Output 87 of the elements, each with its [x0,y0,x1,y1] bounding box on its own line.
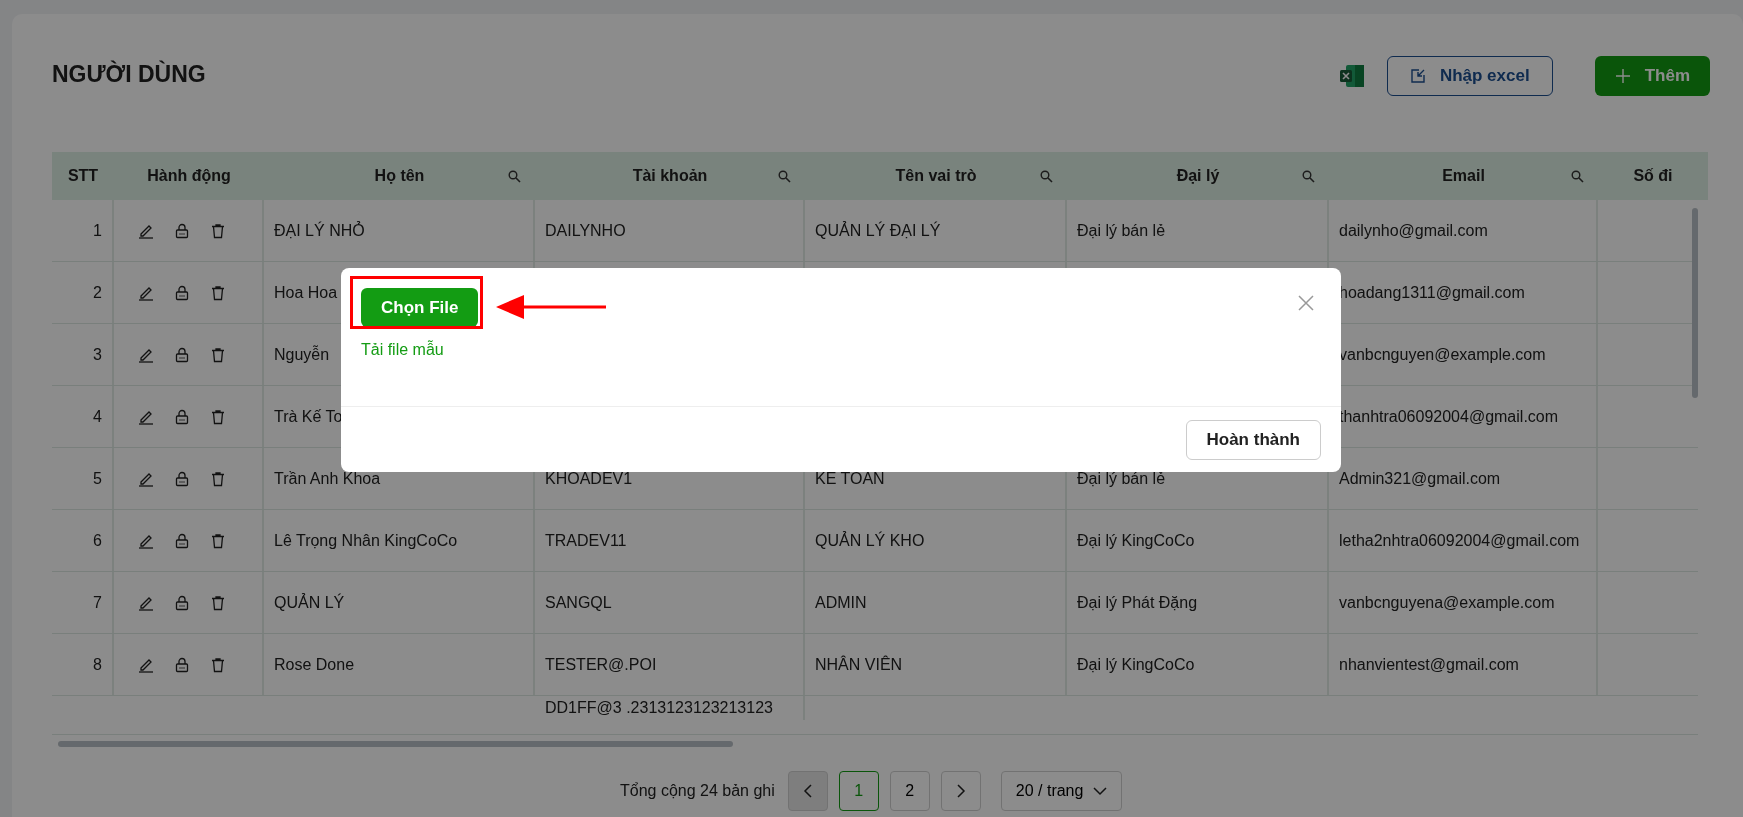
add-button[interactable]: Thêm [1594,56,1710,96]
table-cell-text: Đại lý KingCoCo [1077,654,1195,675]
column-header: Số đi [1633,167,1673,185]
search-icon[interactable] [778,169,791,183]
table-cell-text: 8 [93,654,102,675]
page-button[interactable]: 1 [838,771,879,811]
chevron-down-icon [1093,786,1108,796]
search-icon[interactable] [1040,169,1053,183]
table-cell-text: Hoa Hoa [274,282,338,303]
column-header: Họ tên [374,167,425,185]
download-template-link[interactable]: Tải file mẫu [361,341,444,359]
search-icon[interactable] [1571,169,1584,183]
column-header: Tên vai trò [895,167,977,185]
trash-icon[interactable] [210,284,226,301]
lock-icon[interactable] [174,408,190,425]
table-cell-text: Rose Done [274,654,355,675]
lock-icon[interactable] [174,532,190,549]
table-cell-text: vanbcnguyen@example.com [1339,344,1546,365]
table-cell-text: QUẢN LÝ [274,592,345,613]
import-excel-button[interactable]: Nhập excel [1386,56,1553,96]
lock-icon[interactable] [174,284,190,301]
table-cell-text: 3 [93,344,102,365]
total-records: Tổng cộng 24 bản ghi [620,782,775,800]
table-cell-text: hoadang1311@gmail.com [1339,282,1525,303]
table-cell-text: thanhtra06092004@gmail.com [1339,406,1559,427]
horizontal-scrollbar[interactable] [58,741,733,747]
table-cell-text: QUẢN LÝ ĐẠI LÝ [815,220,941,241]
column-header: STT [67,167,99,185]
table-cell-text: Đại lý bán lẻ [1077,220,1166,241]
vertical-scrollbar[interactable] [1692,208,1698,398]
table-cell-text: DD1FF@3 .2313123123213123 [545,698,773,718]
table-cell-text: 5 [93,468,102,489]
import-icon [1409,68,1426,84]
page-button[interactable]: 2 [889,771,930,811]
trash-icon[interactable] [210,408,226,425]
lock-icon[interactable] [174,470,190,487]
table-cell-text: Nguyễn [274,344,330,365]
table-cell-text: 4 [93,406,102,427]
trash-icon[interactable] [210,656,226,673]
table-cell-text: 1 [93,220,102,241]
lock-icon[interactable] [174,346,190,363]
table-cell-text: ĐẠI LÝ NHỎ [274,220,365,241]
page-size-select[interactable]: 20 / trang [1000,771,1123,811]
table-cell-text: SANGQL [545,592,612,613]
table-cell-text: QUẢN LÝ KHO [815,530,925,551]
trash-icon[interactable] [210,532,226,549]
table-cell-text: TESTER@.POI [545,654,657,675]
table-cell-text: vanbcnguyena@example.com [1339,592,1555,613]
column-header: Hành động [147,167,231,185]
lock-icon[interactable] [174,594,190,611]
table-cell-text: Trần Anh Khoa [274,468,381,489]
table-cell-text: 6 [93,530,102,551]
column-header: Đại lý [1176,167,1220,185]
table-cell-text: letha2nhtra06092004@gmail.com [1339,530,1580,551]
table-cell-text: DAILYNHO [545,220,626,241]
plus-icon [1614,68,1631,84]
trash-icon[interactable] [210,346,226,363]
column-header: Tài khoản [632,167,708,185]
trash-icon[interactable] [210,470,226,487]
page-title: NGƯỜI DÙNG [52,60,206,88]
next-page-button[interactable] [940,771,981,811]
choose-file-button[interactable]: Chọn File [361,288,479,327]
lock-icon[interactable] [174,222,190,239]
table-cell-text: ADMIN [815,592,867,613]
table-cell-text: Đại lý bán lẻ [1077,468,1166,489]
search-icon[interactable] [1302,169,1315,183]
table-cell-text: dailynho@gmail.com [1339,220,1488,241]
table-cell-text: 7 [93,592,102,613]
table-cell-text: 2 [93,282,102,303]
trash-icon[interactable] [210,594,226,611]
close-icon[interactable] [1298,295,1314,311]
table-cell-text: KHOADEV1 [545,468,633,489]
search-icon[interactable] [508,169,521,183]
lock-icon[interactable] [174,656,190,673]
table-cell-text: Đại lý KingCoCo [1077,530,1195,551]
table-cell-text: TRADEV11 [545,530,627,551]
chevron-right-icon [955,784,966,798]
table-cell-text: NHÂN VIÊN [815,654,903,675]
table-cell-text: Lê Trọng Nhân KingCoCo [274,530,458,551]
table-cell-text: nhanvientest@gmail.com [1339,654,1519,675]
table-cell-text: Admin321@gmail.com [1339,468,1501,489]
table-cell-text: Đại lý Phát Đặng [1077,592,1198,613]
chevron-left-icon [802,784,813,798]
column-header: Email [1442,167,1485,185]
done-button[interactable]: Hoàn thành [1185,420,1321,460]
spreadsheet-icon[interactable] [1338,63,1365,89]
trash-icon[interactable] [210,222,226,239]
